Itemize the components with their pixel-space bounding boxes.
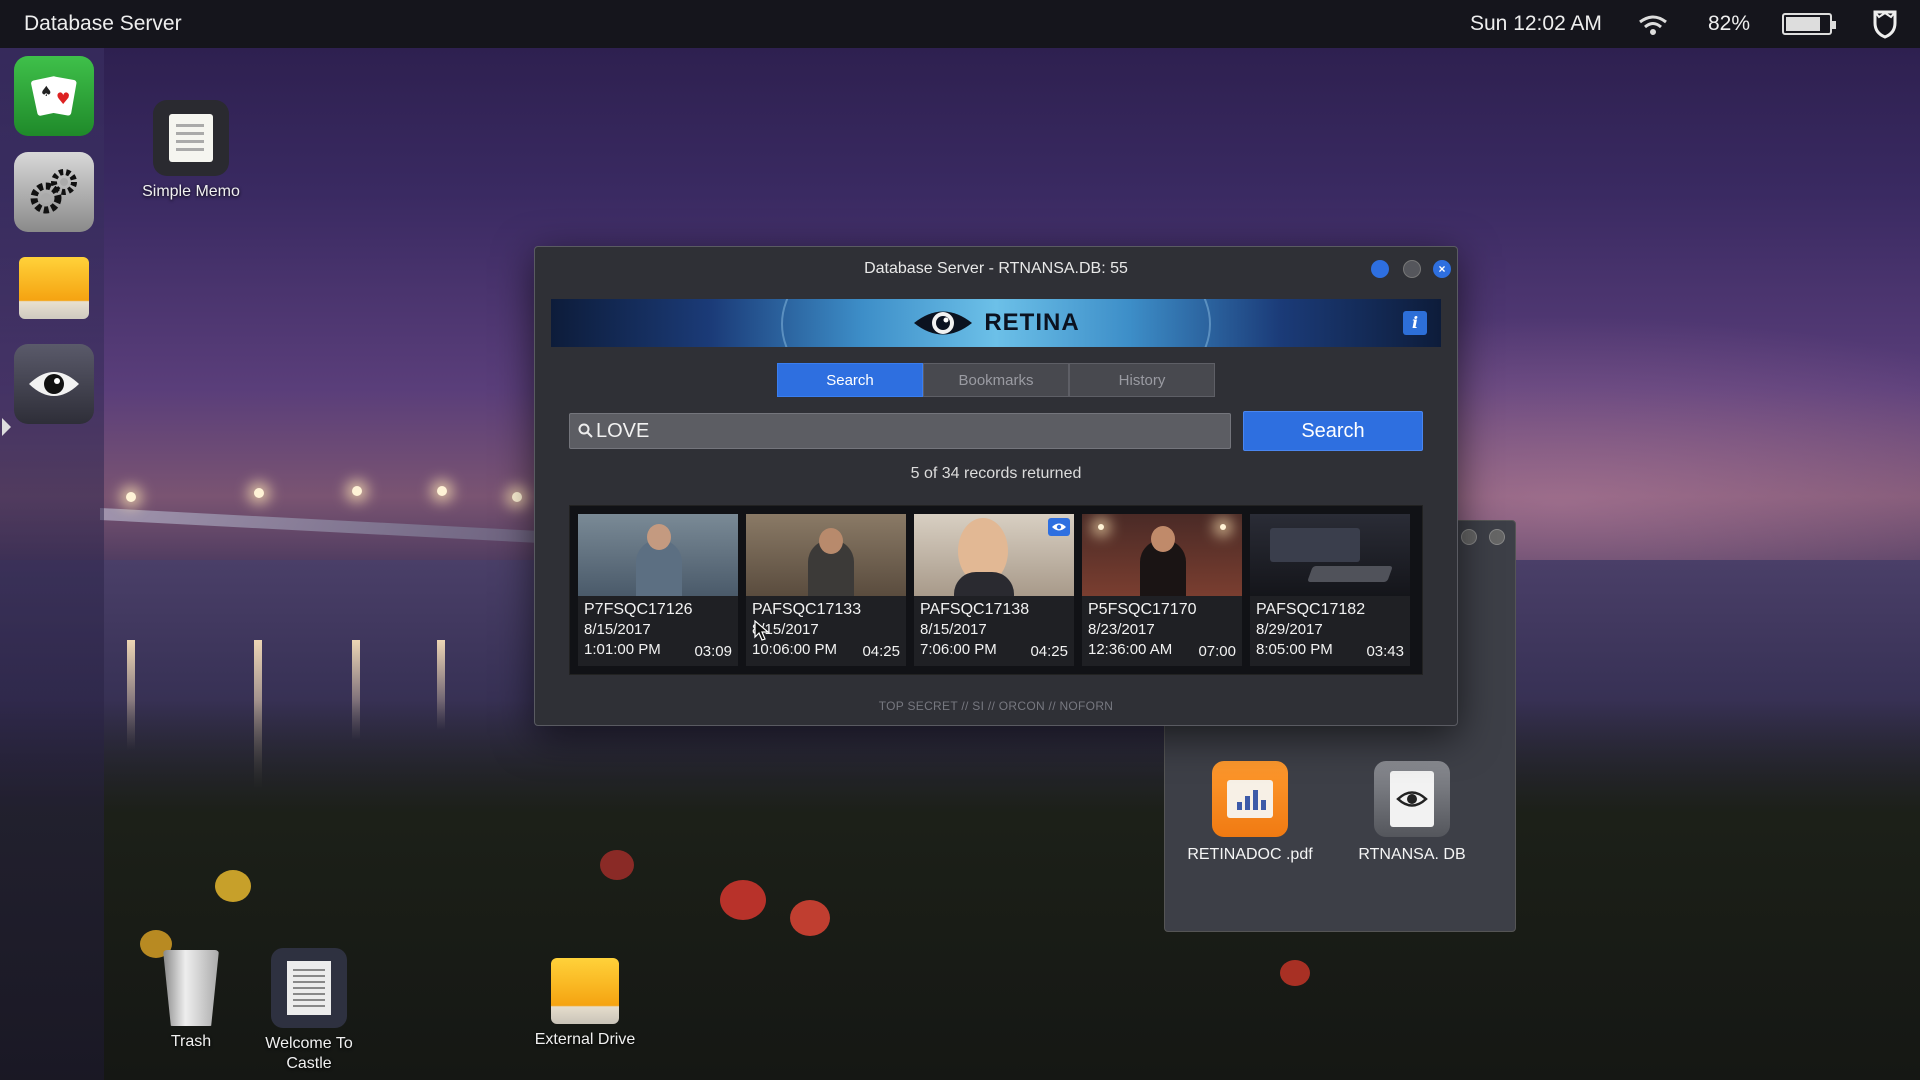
record-date: 8/15/2017 (920, 621, 987, 638)
video-thumbnail (578, 514, 738, 596)
db-eye-icon (1374, 761, 1450, 837)
window-title: Database Server - RTNANSA.DB: 55 (864, 260, 1128, 277)
lamp-light (1098, 524, 1104, 530)
record-id: PAFSQC17133 (752, 601, 862, 618)
lamp-light (1220, 524, 1226, 530)
info-button[interactable]: i (1403, 311, 1427, 335)
street-lamp (126, 492, 136, 502)
database-server-window: Database Server - RTNANSA.DB: 55 × RETIN… (534, 246, 1458, 726)
window-minimize-button[interactable] (1371, 260, 1389, 278)
app-name[interactable]: Database Server (24, 12, 182, 36)
cards-icon[interactable]: ♠ ♥ (14, 56, 94, 136)
desktop-icon-label: Simple Memo (142, 183, 240, 200)
record-duration: 04:25 (862, 643, 900, 660)
eye-icon[interactable] (14, 344, 94, 424)
record-id: P7FSQC17126 (584, 601, 693, 618)
battery-percent[interactable]: 82% (1708, 12, 1750, 36)
left-dock: ♠ ♥ (0, 48, 104, 1080)
document-icon (271, 948, 347, 1028)
video-thumbnail (746, 514, 906, 596)
flower (215, 870, 251, 902)
result-card[interactable]: PAFSQC17138 8/15/2017 7:06:00 PM 04:25 (914, 514, 1074, 666)
search-icon (578, 423, 593, 438)
record-date: 8/29/2017 (1256, 621, 1323, 638)
flower (1280, 960, 1310, 986)
drive-icon[interactable] (14, 248, 94, 328)
tab-search[interactable]: Search (777, 363, 923, 397)
result-card[interactable]: PAFSQC17133 8/15/2017 10:06:00 PM 04:25 (746, 514, 906, 666)
trash-icon (163, 950, 219, 1026)
record-id: PAFSQC17138 (920, 601, 1030, 618)
tab-bookmarks[interactable]: Bookmarks (923, 363, 1069, 397)
video-thumbnail (1082, 514, 1242, 596)
wifi-icon[interactable] (1638, 14, 1668, 41)
record-duration: 03:09 (694, 643, 732, 660)
tab-bar: Search Bookmarks History (777, 363, 1215, 397)
pdf-chart-icon (1212, 761, 1288, 837)
desktop-icon-label: External Drive (534, 1031, 636, 1048)
window-minimize-button[interactable] (1461, 529, 1477, 545)
active-app-indicator (2, 418, 11, 436)
tab-history[interactable]: History (1069, 363, 1215, 397)
search-input[interactable] (596, 414, 1216, 448)
street-lamp (352, 486, 362, 496)
result-card[interactable]: P7FSQC17126 8/15/2017 1:01:00 PM 03:09 (578, 514, 738, 666)
flower (720, 880, 766, 920)
flower (790, 900, 830, 936)
clock[interactable]: Sun 12:02 AM (1470, 12, 1602, 36)
bookmark-eye-icon[interactable] (1048, 518, 1070, 536)
shield-icon[interactable] (1870, 9, 1900, 44)
street-lamp (437, 486, 447, 496)
record-id: P5FSQC17170 (1088, 601, 1197, 618)
record-duration: 07:00 (1198, 643, 1236, 660)
battery-fill (1786, 17, 1821, 31)
welcome-shortcut[interactable]: Welcome To Castle (244, 948, 374, 1074)
gears-icon[interactable] (14, 152, 94, 232)
file-retinadoc[interactable]: RETINADOC .pdf (1185, 761, 1315, 865)
mouse-cursor-icon (754, 620, 770, 641)
retina-banner: RETINA i (551, 299, 1441, 347)
classification-banner: TOP SECRET // SI // ORCON // NOFORN (878, 699, 1114, 713)
file-label: RTNANSA. DB (1358, 846, 1466, 863)
file-label: RETINADOC .pdf (1187, 846, 1313, 863)
svg-text:♥: ♥ (56, 89, 70, 108)
street-lamp (254, 488, 264, 498)
records-count: 5 of 34 records returned (910, 465, 1082, 482)
search-field[interactable] (569, 413, 1231, 449)
record-date: 8/15/2017 (584, 621, 651, 638)
bridge (100, 507, 560, 545)
record-date: 8/15/2017 (752, 621, 819, 638)
window-maximize-button[interactable] (1403, 260, 1421, 278)
external-drive-shortcut[interactable]: External Drive (520, 958, 650, 1050)
memo-icon (153, 100, 229, 176)
eye-logo-icon (914, 311, 973, 335)
brand-name: RETINA (984, 309, 1080, 336)
retina-logo: RETINA (551, 299, 1441, 347)
results-strip: P7FSQC17126 8/15/2017 1:01:00 PM 03:09 P… (569, 505, 1423, 675)
record-id: PAFSQC17182 (1256, 601, 1366, 618)
simple-memo-shortcut[interactable]: Simple Memo (126, 100, 256, 202)
flower (600, 850, 634, 880)
record-duration: 04:25 (1030, 643, 1068, 660)
record-date: 8/23/2017 (1088, 621, 1155, 638)
svg-text:♠: ♠ (40, 84, 53, 100)
desktop-icon-label: Welcome To Castle (265, 1035, 353, 1072)
top-menu-bar: Database Server Sun 12:02 AM 82% (0, 0, 1920, 48)
search-button[interactable]: Search (1243, 411, 1423, 451)
external-drive-icon (551, 958, 619, 1024)
video-thumbnail (1250, 514, 1410, 596)
result-card[interactable]: PAFSQC17182 8/29/2017 8:05:00 PM 03:43 (1250, 514, 1410, 666)
close-icon[interactable]: × (1433, 260, 1451, 278)
result-card[interactable]: P5FSQC17170 8/23/2017 12:36:00 AM 07:00 (1082, 514, 1242, 666)
record-duration: 03:43 (1366, 643, 1404, 660)
window-close-button[interactable] (1489, 529, 1505, 545)
drive-body (19, 257, 89, 319)
battery-icon[interactable] (1782, 13, 1836, 35)
trash-shortcut[interactable]: Trash (126, 950, 256, 1052)
file-rtnansa-db[interactable]: RTNANSA. DB (1347, 761, 1477, 865)
street-lamp (512, 492, 522, 502)
desktop-icon-label: Trash (170, 1033, 212, 1050)
